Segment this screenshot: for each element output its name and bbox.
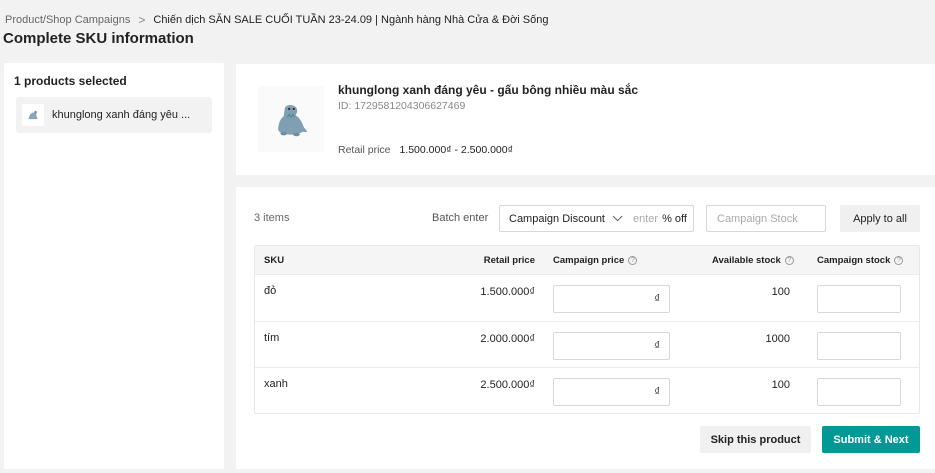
campaign-stock-column-header: Campaign stock ? [817, 255, 904, 266]
sku-retail-price: 2.000.000₫ [480, 332, 535, 345]
available-stock-column-header: Available stock ? [712, 255, 794, 266]
campaign-discount-select[interactable]: Campaign Discount enter % off [499, 205, 694, 232]
retail-price-label: Retail price [338, 144, 391, 156]
table-row: đỏ 1.500.000₫ ₫ 100 [255, 274, 919, 321]
percent-off-unit: % off [662, 212, 687, 225]
product-id: ID: 1729581204306627469 [338, 100, 466, 112]
product-thumbnail-icon [22, 104, 44, 126]
breadcrumb: Product/Shop Campaigns > Chiến dịch SĂN … [5, 13, 548, 27]
help-icon[interactable]: ? [894, 256, 904, 265]
available-stock-value: 100 [771, 286, 790, 298]
campaign-stock-batch-input[interactable] [706, 205, 826, 232]
available-stock-value: 100 [771, 379, 790, 391]
currency-symbol: ₫ [654, 339, 660, 352]
selected-products-panel: 1 products selected khunglong xanh đáng … [4, 63, 224, 469]
skip-product-button[interactable]: Skip this product [700, 426, 811, 453]
breadcrumb-separator: > [138, 13, 146, 27]
page-title: Complete SKU information [3, 30, 194, 47]
chevron-down-icon [612, 211, 623, 222]
product-info-card: khunglong xanh đáng yêu - gấu bông nhiều… [236, 64, 935, 175]
help-icon[interactable]: ? [628, 256, 638, 265]
table-row: xanh 2.500.000₫ ₫ 100 [255, 367, 919, 413]
selected-count-header: 1 products selected [14, 74, 127, 88]
sku-variant-name: xanh [264, 378, 288, 390]
table-row: tím 2.000.000₫ ₫ 1000 [255, 320, 919, 368]
retail-price-range: 1.500.000₫ - 2.500.000₫ [399, 144, 513, 156]
campaign-price-column-header: Campaign price ? [553, 255, 638, 266]
breadcrumb-parent-link[interactable]: Product/Shop Campaigns [5, 14, 130, 26]
campaign-stock-header-label: Campaign stock [817, 255, 891, 266]
campaign-stock-input[interactable] [817, 378, 901, 406]
submit-next-button[interactable]: Submit & Next [822, 426, 920, 453]
available-stock-value: 1000 [765, 332, 790, 345]
sku-column-header: SKU [264, 255, 285, 266]
sku-configuration-card: 3 items Batch enter Campaign Discount en… [236, 187, 935, 469]
available-stock-header-label: Available stock [712, 255, 781, 266]
sku-table-header: SKU Retail price Campaign price ? Availa… [255, 246, 919, 274]
dinosaur-plush-icon [258, 86, 324, 152]
sku-retail-price: 1.500.000₫ [480, 286, 535, 298]
sku-table: SKU Retail price Campaign price ? Availa… [254, 245, 920, 414]
currency-symbol: ₫ [654, 386, 660, 398]
currency-symbol: ₫ [654, 293, 660, 305]
campaign-price-input[interactable]: ₫ [553, 378, 670, 406]
breadcrumb-current: Chiến dịch SĂN SALE CUỐI TUẦN 23-24.09 |… [153, 14, 549, 26]
campaign-price-input[interactable]: ₫ [553, 331, 670, 360]
campaign-stock-input[interactable] [817, 285, 901, 313]
campaign-stock-input[interactable] [817, 331, 901, 360]
sku-retail-price: 2.500.000₫ [480, 379, 535, 391]
campaign-price-input[interactable]: ₫ [553, 285, 670, 313]
product-retail-price: Retail price 1.500.000₫ - 2.500.000₫ [338, 144, 513, 156]
sku-variant-name: tím [264, 331, 280, 344]
sku-variant-name: đỏ [264, 285, 277, 297]
apply-to-all-button[interactable]: Apply to all [840, 205, 920, 232]
retail-price-column-header: Retail price [483, 255, 535, 266]
campaign-price-header-label: Campaign price [553, 255, 625, 266]
campaign-discount-select-value: Campaign Discount [509, 212, 605, 225]
items-count: 3 items [254, 212, 290, 224]
batch-enter-label: Batch enter [432, 212, 489, 224]
selected-product-label: khunglong xanh đáng yêu ... [52, 109, 191, 121]
discount-percent-input[interactable]: enter [633, 213, 658, 225]
selected-product-item[interactable]: khunglong xanh đáng yêu ... [16, 97, 212, 133]
help-icon[interactable]: ? [784, 256, 794, 265]
product-name: khunglong xanh đáng yêu - gấu bông nhiều… [338, 83, 639, 97]
